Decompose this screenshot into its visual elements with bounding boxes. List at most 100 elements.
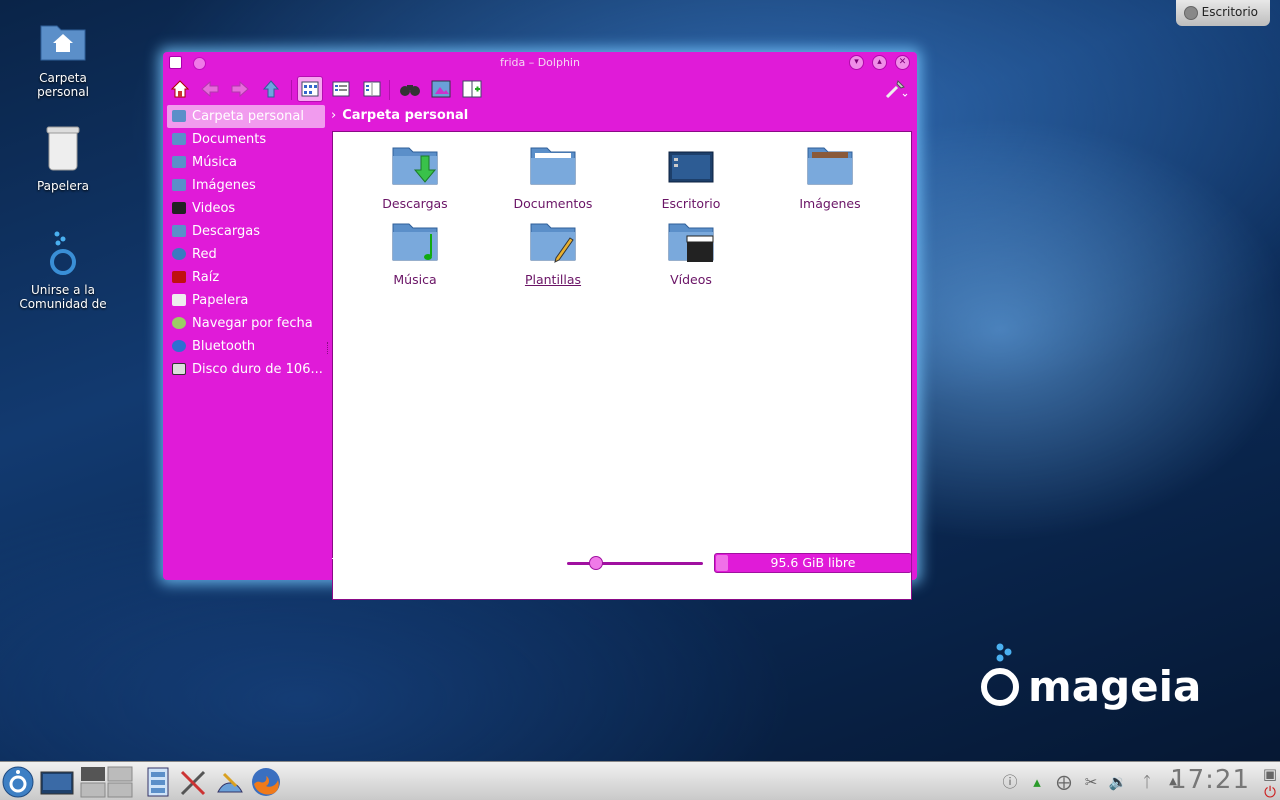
back-button[interactable]	[197, 76, 223, 102]
application-launcher-button[interactable]	[2, 766, 34, 798]
sidebar-item-label: Música	[192, 155, 237, 170]
status-text: 7 carpetas	[331, 555, 398, 570]
scissors-icon[interactable]: ✂	[1081, 772, 1101, 792]
trash-icon	[172, 294, 186, 306]
toolbar	[163, 74, 917, 104]
toolbar-separator	[291, 80, 292, 100]
zoom-slider-handle[interactable]	[589, 556, 603, 570]
close-button[interactable]: ✕	[895, 55, 910, 70]
power-icon[interactable]: ⏻	[1260, 782, 1280, 800]
sidebar-item-label: Imágenes	[192, 178, 256, 193]
pager[interactable]	[80, 766, 134, 798]
sidebar-item-home[interactable]: Carpeta personal	[167, 105, 325, 128]
volume-icon[interactable]: 🔉	[1108, 772, 1128, 792]
folder-label: Descargas	[382, 196, 448, 211]
home-folder-icon	[8, 20, 118, 67]
icons-view-icon	[301, 81, 319, 97]
desktop-icon-community[interactable]: Unirse a la Comunidad de	[8, 230, 118, 311]
breadcrumb[interactable]: › Carpeta personal	[331, 107, 468, 127]
configure-button[interactable]	[883, 76, 909, 102]
maximize-button[interactable]: ▴	[872, 55, 887, 70]
images-folder-icon	[172, 179, 186, 191]
dolphin-window: frida – Dolphin ▾ ▴ ✕ Carpeta personal D…	[163, 52, 917, 600]
breadcrumb-item[interactable]: Carpeta personal	[342, 108, 468, 123]
sidebar-item-downloads[interactable]: Descargas	[167, 220, 325, 243]
find-button[interactable]	[397, 76, 423, 102]
sidebar-item-root[interactable]: Raíz	[167, 266, 325, 289]
file-manager-icon	[147, 767, 169, 797]
disk-usage-bar	[716, 555, 728, 571]
free-space-label: 95.6 GiB libre	[770, 555, 856, 570]
bluetooth-icon	[172, 340, 186, 352]
sidebar-item-hard-disk[interactable]: Disco duro de 106...	[167, 358, 325, 381]
wifi-icon[interactable]: ▴	[1027, 772, 1047, 792]
control-center-button[interactable]	[214, 766, 246, 798]
icons-view-button[interactable]	[297, 76, 323, 102]
sidebar-item-trash[interactable]: Papelera	[167, 289, 325, 312]
folder-item[interactable]: Vídeos	[631, 220, 751, 287]
clock[interactable]: 17:21	[1170, 765, 1250, 795]
desktop-icon	[668, 151, 714, 183]
virtual-desktops-icon	[80, 766, 133, 798]
toolbar-separator	[389, 80, 390, 100]
notifications-icon[interactable]: ⓘ	[1000, 772, 1020, 792]
folder-item[interactable]: Imágenes	[770, 144, 890, 211]
minimize-button[interactable]: ▾	[849, 55, 864, 70]
up-button[interactable]	[258, 76, 284, 102]
status-bar: 7 carpetas 95.6 GiB libre	[331, 552, 913, 574]
split-view-button[interactable]	[459, 76, 485, 102]
folder-item[interactable]: Plantillas	[493, 220, 613, 287]
bluetooth-icon[interactable]: ᛏ	[1137, 772, 1157, 792]
folder-item[interactable]: Escritorio	[631, 144, 751, 211]
free-space-indicator[interactable]: 95.6 GiB libre	[714, 553, 912, 573]
sticky-button[interactable]	[193, 57, 206, 70]
forward-arrow-icon	[231, 80, 249, 98]
folder-music-icon	[392, 223, 438, 261]
panel-splitter[interactable]	[327, 342, 329, 354]
hard-disk-icon	[172, 363, 186, 375]
sidebar-item-videos[interactable]: Videos	[167, 197, 325, 220]
sidebar-item-label: Navegar por fecha	[192, 316, 313, 331]
sidebar-item-label: Documents	[192, 132, 267, 147]
desktop-icon-home[interactable]: Carpeta personal	[8, 20, 118, 99]
folder-templates-icon	[530, 223, 576, 263]
lock-icon[interactable]: ▣	[1260, 764, 1280, 784]
clapper-icon	[172, 202, 186, 214]
sidebar-item-timeline[interactable]: Navegar por fecha	[167, 312, 325, 335]
home-folder-icon	[172, 110, 186, 122]
desktop-icon-label: Carpeta	[39, 71, 87, 85]
sidebar-item-network[interactable]: Red	[167, 243, 325, 266]
title-bar[interactable]: frida – Dolphin ▾ ▴ ✕	[163, 52, 917, 74]
file-view[interactable]: Descargas Documentos Escritorio Imágenes…	[332, 131, 912, 600]
app-menu-icon[interactable]	[169, 56, 182, 69]
columns-view-button[interactable]	[359, 76, 385, 102]
home-button[interactable]	[167, 76, 193, 102]
zoom-slider[interactable]	[567, 556, 703, 570]
network-manager-icon[interactable]: ⨁	[1054, 772, 1074, 792]
desktop-toolbox-button[interactable]: Escritorio	[1175, 0, 1270, 26]
desktop-icon-trash[interactable]: Papelera	[8, 124, 118, 193]
system-settings-button[interactable]	[178, 766, 210, 798]
firefox-button[interactable]	[250, 766, 282, 798]
folder-item[interactable]: Música	[355, 220, 475, 287]
sidebar-item-documents[interactable]: Documents	[167, 128, 325, 151]
forward-button[interactable]	[227, 76, 253, 102]
sidebar-item-images[interactable]: Imágenes	[167, 174, 325, 197]
folder-label: Documentos	[513, 196, 593, 211]
desktop-icon-label: Papelera	[36, 179, 90, 193]
sidebar-item-label: Videos	[192, 201, 236, 216]
show-desktop-button[interactable]	[40, 766, 74, 798]
folder-label: Música	[393, 272, 437, 287]
desktop-icon-label: Comunidad de	[19, 297, 107, 311]
sidebar-item-label: Papelera	[192, 293, 249, 308]
folder-item[interactable]: Documentos	[493, 144, 613, 211]
sidebar-item-bluetooth[interactable]: Bluetooth	[167, 335, 325, 358]
folder-label: Escritorio	[661, 196, 721, 211]
sidebar-item-music[interactable]: Música	[167, 151, 325, 174]
details-view-button[interactable]	[328, 76, 354, 102]
dolphin-task-button[interactable]	[142, 766, 174, 798]
details-view-icon	[332, 81, 350, 97]
preview-button[interactable]	[428, 76, 454, 102]
folder-label: Vídeos	[670, 272, 712, 287]
folder-item[interactable]: Descargas	[355, 144, 475, 211]
